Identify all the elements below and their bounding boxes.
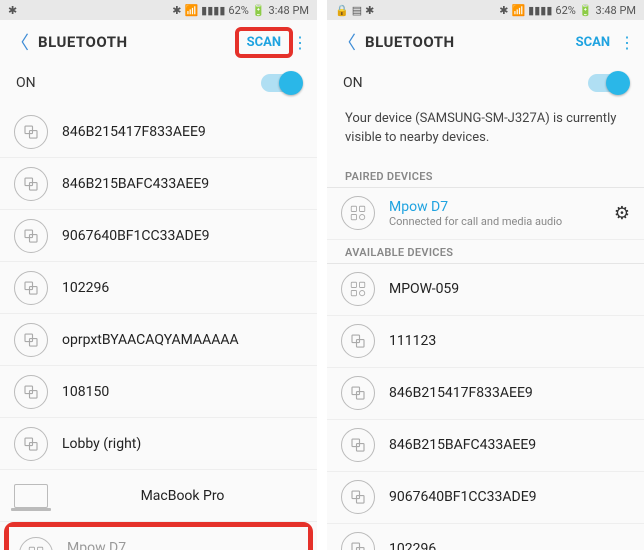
phone-left: ✱ ✱ 📶 ▮▮▮▮ 62% 🔋 3:48 PM 〈 BLUETOOTH SCA… (0, 0, 317, 550)
paired-header: PAIRED DEVICES (327, 164, 644, 188)
page-title: BLUETOOTH (365, 33, 455, 51)
paired-device-row[interactable]: Mpow D7 Connected for call and media aud… (327, 188, 644, 240)
battery-icon: 🔋 (252, 4, 266, 17)
generic-device-icon (14, 167, 48, 201)
bluetooth-toggle[interactable] (588, 74, 628, 92)
device-name: Mpow D7 (389, 199, 608, 215)
audio-device-icon (341, 196, 375, 230)
generic-device-icon (14, 375, 48, 409)
bluetooth-icon: ✱ (499, 4, 508, 17)
sync-icon: ✱ (365, 4, 374, 17)
clock: 3:48 PM (596, 4, 636, 17)
device-name: 846B215BAFC433AEE9 (389, 437, 630, 453)
generic-device-icon (14, 323, 48, 357)
scan-button[interactable]: SCAN (235, 27, 293, 58)
lock-icon: 🔒 (335, 4, 349, 17)
device-name: MacBook Pro (141, 488, 225, 504)
app-bar: 〈 BLUETOOTH SCAN ⋮ (327, 20, 644, 64)
laptop-icon (14, 484, 48, 508)
available-header: AVAILABLE DEVICES (327, 240, 644, 264)
device-list: 846B215417F833AEE9 846B215BAFC433AEE9 9067… (0, 106, 317, 550)
bluetooth-toggle-row: ON (0, 64, 317, 106)
device-name: MPOW-059 (389, 281, 630, 297)
device-row[interactable]: oprpxtBYAACAQYAMAAAAA (0, 314, 317, 366)
device-row[interactable]: 846B215BAFC433AEE9 (327, 420, 644, 472)
device-row[interactable]: 111123 (327, 316, 644, 368)
device-name: 846B215417F833AEE9 (389, 385, 630, 401)
scan-button[interactable]: SCAN (568, 29, 618, 56)
signal-icon: ▮▮▮▮ (528, 4, 552, 17)
generic-device-icon (14, 219, 48, 253)
device-row[interactable]: 846B215417F833AEE9 (0, 106, 317, 158)
generic-device-icon (14, 271, 48, 305)
bluetooth-toggle[interactable] (261, 74, 301, 92)
visibility-info: Your device (SAMSUNG-SM-J327A) is curren… (327, 106, 644, 164)
device-name: 9067640BF1CC33ADE9 (389, 489, 630, 505)
device-name: 846B215BAFC433AEE9 (62, 176, 303, 192)
device-row-macbook[interactable]: MacBook Pro (0, 470, 317, 522)
generic-device-icon (341, 324, 375, 358)
generic-device-icon (341, 480, 375, 514)
wifi-icon: 📶 (184, 4, 198, 17)
status-bar: 🔒 ▤ ✱ ✱ 📶 ▮▮▮▮ 62% 🔋 3:48 PM (327, 0, 644, 20)
device-row[interactable]: 9067640BF1CC33ADE9 (0, 210, 317, 262)
device-name: 102296 (62, 280, 303, 296)
audio-device-icon (19, 537, 53, 550)
sim-icon: ▤ (352, 4, 362, 17)
status-bar: ✱ ✱ 📶 ▮▮▮▮ 62% 🔋 3:48 PM (0, 0, 317, 20)
device-row[interactable]: Lobby (right) (0, 418, 317, 470)
gear-icon[interactable]: ⚙ (608, 203, 630, 224)
bluetooth-toggle-row: ON (327, 64, 644, 106)
device-row-pairing[interactable]: Mpow D7Pairing... (9, 527, 308, 550)
device-row[interactable]: 846B215417F833AEE9 (327, 368, 644, 420)
on-label: ON (343, 75, 363, 91)
available-devices-list: 846B215417F833AEE9 846B215BAFC433AEE9 9067… (0, 106, 317, 550)
device-row[interactable]: 102296 (327, 524, 644, 550)
device-status: Connected for call and media audio (389, 215, 608, 228)
phone-right: 🔒 ▤ ✱ ✱ 📶 ▮▮▮▮ 62% 🔋 3:48 PM 〈 BLUETOOTH… (327, 0, 644, 550)
device-name: 111123 (389, 333, 630, 349)
device-name: oprpxtBYAACAQYAMAAAAA (62, 332, 303, 348)
generic-device-icon (14, 115, 48, 149)
content: Your device (SAMSUNG-SM-J327A) is curren… (327, 106, 644, 550)
device-row[interactable]: MPOW-059 (327, 264, 644, 316)
sync-icon: ✱ (8, 4, 17, 17)
battery-pct: 62% (555, 4, 575, 17)
bluetooth-icon: ✱ (172, 4, 181, 17)
generic-device-icon (341, 428, 375, 462)
wifi-icon: 📶 (511, 4, 525, 17)
battery-pct: 62% (228, 4, 248, 17)
more-icon[interactable]: ⋮ (291, 33, 309, 52)
clock: 3:48 PM (269, 4, 309, 17)
back-icon[interactable]: 〈 (8, 29, 32, 55)
generic-device-icon (14, 427, 48, 461)
device-name: Lobby (right) (62, 436, 303, 452)
page-title: BLUETOOTH (38, 33, 128, 51)
device-row[interactable]: 108150 (0, 366, 317, 418)
more-icon[interactable]: ⋮ (618, 33, 636, 52)
device-name: 9067640BF1CC33ADE9 (62, 228, 303, 244)
audio-device-icon (341, 272, 375, 306)
device-row[interactable]: 846B215BAFC433AEE9 (0, 158, 317, 210)
device-name: 102296 (389, 541, 630, 550)
device-row[interactable]: 102296 (0, 262, 317, 314)
available-devices-list-right: MPOW-059 111123 846B215417F833AEE9 846B215B… (327, 264, 644, 550)
back-icon[interactable]: 〈 (335, 29, 359, 55)
signal-icon: ▮▮▮▮ (201, 4, 225, 17)
generic-device-icon (341, 532, 375, 550)
device-name: Mpow D7 (67, 540, 298, 550)
on-label: ON (16, 75, 36, 91)
device-name: 108150 (62, 384, 303, 400)
device-name: 846B215417F833AEE9 (62, 124, 303, 140)
app-bar: 〈 BLUETOOTH SCAN ⋮ (0, 20, 317, 64)
pairing-device-highlight: Mpow D7Pairing... (4, 522, 313, 550)
generic-device-icon (341, 376, 375, 410)
battery-icon: 🔋 (579, 4, 593, 17)
device-row[interactable]: 9067640BF1CC33ADE9 (327, 472, 644, 524)
